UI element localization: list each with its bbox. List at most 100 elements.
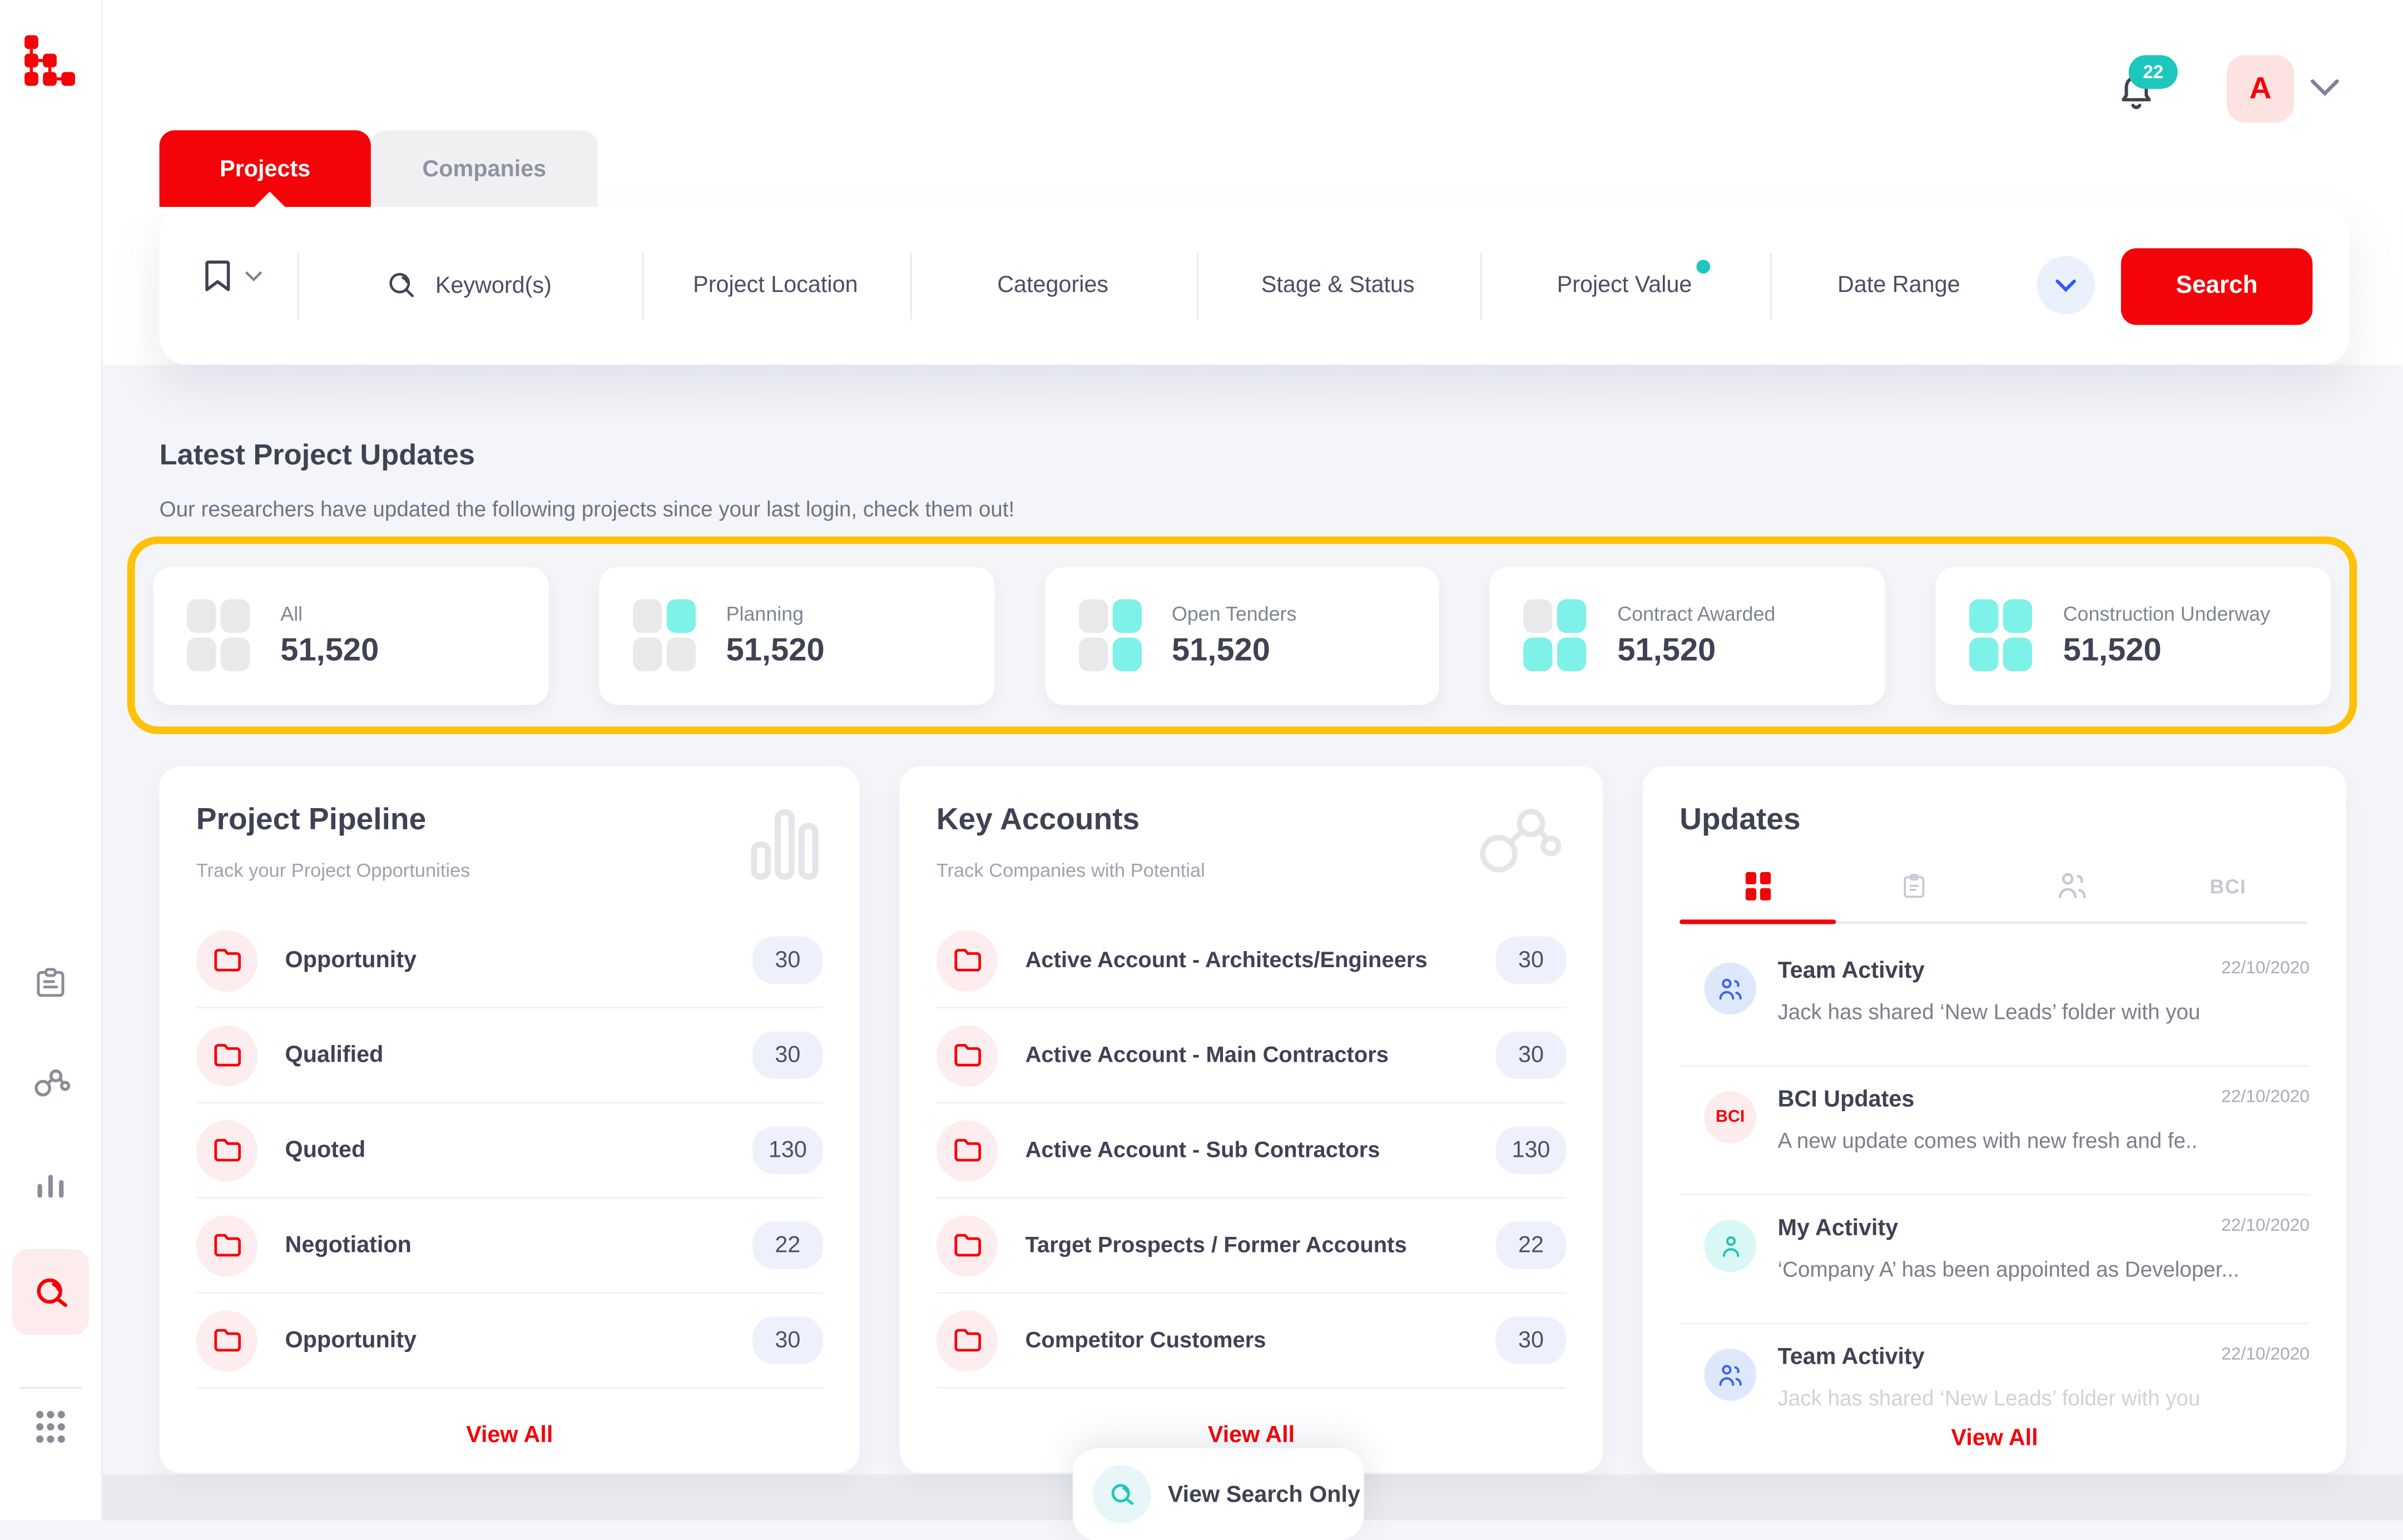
keyword-search-field[interactable]: Keyword(s) xyxy=(387,270,552,300)
account-row-competitor-customers[interactable]: Competitor Customers 30 xyxy=(937,1294,1567,1389)
filter-divider xyxy=(298,253,299,320)
project-pipeline-card: Project Pipeline Track your Project Oppo… xyxy=(160,766,860,1473)
folder-icon xyxy=(937,1120,998,1181)
updates-tabs-active-indicator xyxy=(1679,919,1836,924)
updates-tab-tasks[interactable] xyxy=(1836,855,1993,917)
pipeline-row-opportunity-2[interactable]: Opportunity 30 xyxy=(196,1294,823,1389)
network-icon xyxy=(1474,803,1563,880)
pipeline-title: Project Pipeline xyxy=(196,803,427,838)
count-badge: 30 xyxy=(752,1316,823,1364)
folder-icon xyxy=(196,929,257,991)
count-badge: 130 xyxy=(752,1126,823,1173)
search-filter-panel: Keyword(s) Project Location Categories S… xyxy=(160,207,2350,365)
stat-card-contract-awarded[interactable]: Contract Awarded51,520 xyxy=(1490,566,1885,704)
pipeline-list: Opportunity 30 Qualified 30 Quoted 130 N… xyxy=(196,913,823,1388)
bci-logo-icon[interactable] xyxy=(23,34,78,89)
main-tabs: Projects Companies xyxy=(160,130,598,207)
updates-tab-team[interactable] xyxy=(1993,855,2150,917)
key-accounts-subtitle: Track Companies with Potential xyxy=(937,860,1205,882)
stat-card-construction-underway[interactable]: Construction Underway51,520 xyxy=(1936,566,2331,704)
updates-list: Team Activity 22/10/2020 Jack has shared… xyxy=(1679,938,2310,1473)
folder-icon xyxy=(937,929,998,991)
count-badge: 30 xyxy=(752,1032,823,1079)
count-badge: 22 xyxy=(752,1221,823,1269)
sidebar-divider xyxy=(20,1387,81,1389)
account-row-target-prospects[interactable]: Target Prospects / Former Accounts 22 xyxy=(937,1199,1567,1294)
people-icon xyxy=(1704,963,1756,1015)
pipeline-row-qualified[interactable]: Qualified 30 xyxy=(196,1008,823,1103)
updates-tabs: BCI xyxy=(1679,855,2306,917)
filter-stage-status[interactable]: Stage & Status xyxy=(1261,272,1415,298)
analytics-chart-icon[interactable] xyxy=(32,1165,69,1201)
account-row-main-contractors[interactable]: Active Account - Main Contractors 30 xyxy=(937,1008,1567,1103)
search-button[interactable]: Search xyxy=(2121,248,2312,325)
updates-tab-bci[interactable]: BCI xyxy=(2150,855,2307,917)
updates-tab-all[interactable] xyxy=(1679,855,1836,917)
view-search-only-button[interactable]: View Search Only xyxy=(1073,1448,1364,1540)
pipeline-view-all-link[interactable]: View All xyxy=(160,1422,860,1448)
account-row-architects-engineers[interactable]: Active Account - Architects/Engineers 30 xyxy=(937,913,1567,1008)
folder-icon xyxy=(196,1215,257,1276)
count-badge: 30 xyxy=(1496,937,1567,984)
folder-icon xyxy=(937,1310,998,1371)
stat-card-open-tenders[interactable]: Open Tenders51,520 xyxy=(1044,566,1439,704)
stat-card-all[interactable]: All51,520 xyxy=(153,566,548,704)
count-badge: 22 xyxy=(1496,1221,1567,1269)
account-row-sub-contractors[interactable]: Active Account - Sub Contractors 130 xyxy=(937,1103,1567,1199)
people-icon xyxy=(2054,870,2088,901)
filter-divider xyxy=(1480,253,1482,320)
grid-squares-icon xyxy=(633,599,696,671)
bar-chart-icon xyxy=(750,803,820,883)
key-accounts-title: Key Accounts xyxy=(937,803,1140,838)
saved-searches-control[interactable] xyxy=(202,258,262,294)
network-icon[interactable] xyxy=(32,1065,72,1099)
update-item-team-activity[interactable]: Team Activity 22/10/2020 Jack has shared… xyxy=(1679,938,2310,1066)
keyword-placeholder: Keyword(s) xyxy=(435,272,552,298)
folder-icon xyxy=(196,1120,257,1181)
search-icon xyxy=(32,1274,72,1314)
count-badge: 30 xyxy=(1496,1316,1567,1364)
pipeline-row-opportunity[interactable]: Opportunity 30 xyxy=(196,913,823,1008)
filter-categories[interactable]: Categories xyxy=(997,272,1108,298)
updates-view-all-link[interactable]: View All xyxy=(1643,1425,2346,1452)
update-item-my-activity[interactable]: My Activity 22/10/2020 ‘Company A’ has b… xyxy=(1679,1195,2310,1324)
filter-project-value[interactable]: Project Value xyxy=(1557,272,1692,298)
pipeline-row-quoted[interactable]: Quoted 130 xyxy=(196,1103,823,1199)
search-nav-active[interactable] xyxy=(12,1249,89,1335)
key-accounts-card: Key Accounts Track Companies with Potent… xyxy=(900,766,1603,1473)
tab-projects[interactable]: Projects xyxy=(160,130,371,207)
section-subtitle: Our researchers have updated the followi… xyxy=(160,497,1015,521)
notification-count-badge[interactable]: 22 xyxy=(2129,55,2178,89)
filter-divider xyxy=(1197,253,1198,320)
pipeline-row-negotiation[interactable]: Negotiation 22 xyxy=(196,1199,823,1294)
key-accounts-list: Active Account - Architects/Engineers 30… xyxy=(937,913,1567,1388)
filter-divider xyxy=(910,253,912,320)
key-accounts-view-all-link[interactable]: View All xyxy=(900,1422,1603,1448)
pipeline-subtitle: Track your Project Opportunities xyxy=(196,860,470,882)
filter-divider xyxy=(1770,253,1772,320)
avatar[interactable]: A xyxy=(2227,55,2294,122)
filter-date-range[interactable]: Date Range xyxy=(1837,272,1960,298)
person-icon xyxy=(1704,1220,1756,1272)
leads-clipboard-icon[interactable] xyxy=(32,965,69,1002)
project-value-indicator-dot xyxy=(1697,260,1711,274)
grid-squares-icon xyxy=(1970,599,2033,671)
app-window: 22 A Projects Companies Keyword(s) xyxy=(0,0,2403,1521)
apps-grid-icon[interactable] xyxy=(32,1407,69,1447)
latest-updates-highlight: All51,520 Planning51,520 Open Tenders51,… xyxy=(127,536,2357,734)
user-menu-chevron-down-icon[interactable] xyxy=(2310,78,2340,97)
count-badge: 30 xyxy=(752,937,823,984)
folder-icon xyxy=(196,1024,257,1086)
collapse-filters-button[interactable] xyxy=(2037,256,2095,314)
folder-icon xyxy=(937,1024,998,1086)
filter-project-location[interactable]: Project Location xyxy=(693,272,858,298)
count-badge: 30 xyxy=(1496,1032,1567,1079)
sidebar xyxy=(0,0,103,1521)
search-icon xyxy=(1093,1465,1151,1523)
grid-squares-icon xyxy=(1078,599,1141,671)
tab-companies[interactable]: Companies xyxy=(371,130,598,207)
section-title: Latest Project Updates xyxy=(160,440,475,474)
update-item-bci-updates[interactable]: BCI BCI Updates 22/10/2020 A new update … xyxy=(1679,1067,2310,1195)
clipboard-icon xyxy=(1901,869,1929,903)
stat-card-planning[interactable]: Planning51,520 xyxy=(599,566,994,704)
